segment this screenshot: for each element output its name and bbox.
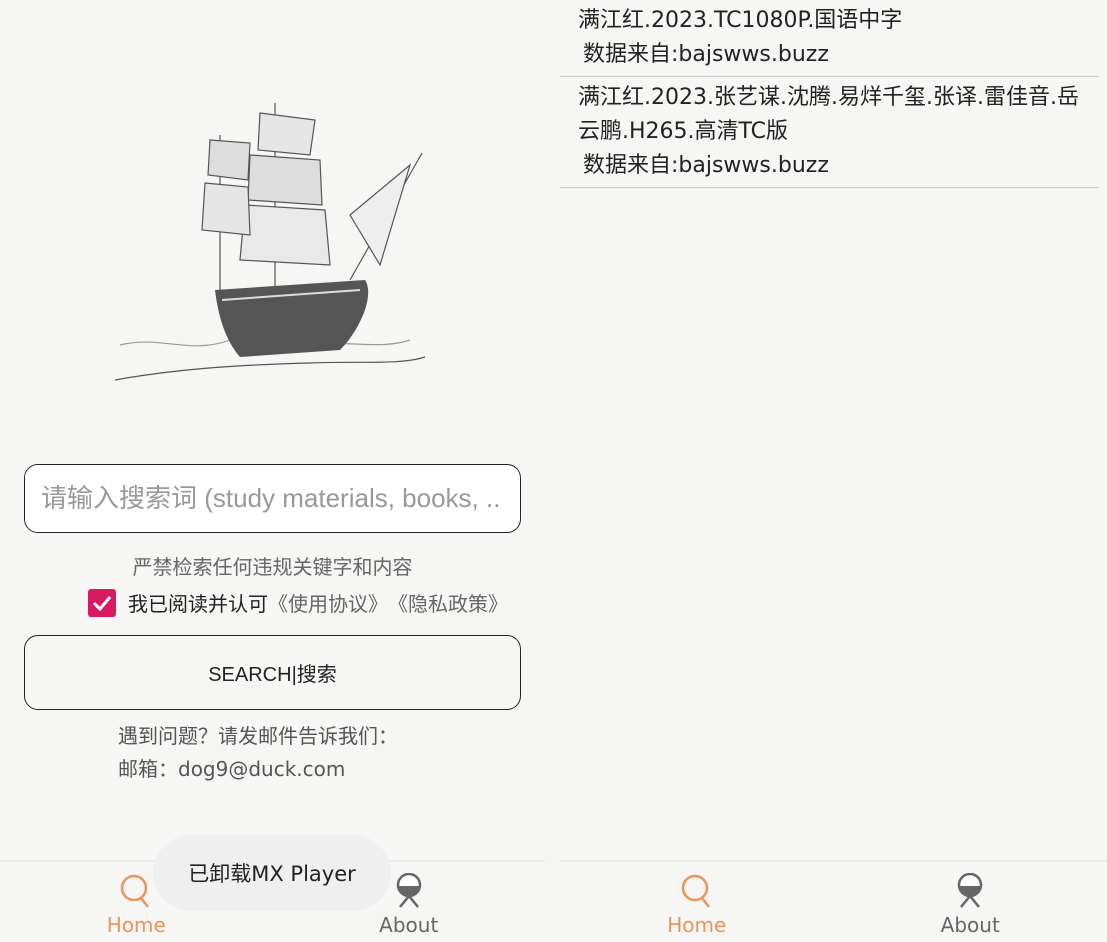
email-line[interactable]: 邮箱：dog9@duck.com xyxy=(118,753,398,786)
result-title: 满江红.2023.张艺谋.沈腾.易烊千玺.张译.雷佳音.岳云鹏.H265.高清T… xyxy=(578,85,1079,144)
search-input[interactable] xyxy=(25,465,501,532)
search-screen: 严禁检索任何违规关键字和内容 我已阅读并认可 《使用协议》 《隐私政策》 SEA… xyxy=(0,0,545,942)
search-input-box[interactable] xyxy=(24,464,521,533)
nav-about-label: About xyxy=(379,913,439,937)
privacy-link[interactable]: 《隐私政策》 xyxy=(388,588,508,617)
agree-text: 我已阅读并认可 xyxy=(128,592,268,616)
nav-about[interactable]: About xyxy=(834,862,1107,942)
checkmark-icon xyxy=(92,595,112,611)
search-button[interactable]: SEARCH|搜索 xyxy=(24,635,521,710)
result-source: 数据来自:bajswws.buzz xyxy=(583,42,829,67)
about-person-icon xyxy=(396,873,421,908)
terms-link[interactable]: 《使用协议》 xyxy=(268,588,388,617)
agreement-row: 我已阅读并认可 《使用协议》 《隐私政策》 xyxy=(88,588,508,617)
result-item[interactable]: 满江红.2023.张艺谋.沈腾.易烊千玺.张译.雷佳音.岳云鹏.H265.高清T… xyxy=(560,77,1099,188)
result-source: 数据来自:bajswws.buzz xyxy=(583,153,829,178)
result-title: 满江红.2023.TC1080P.国语中字 xyxy=(578,8,903,33)
warning-text: 严禁检索任何违规关键字和内容 xyxy=(132,555,413,579)
result-item[interactable]: 满江红.2023.TC1080P.国语中字 数据来自:bajswws.buzz xyxy=(560,0,1099,77)
search-icon xyxy=(681,874,710,908)
help-line: 遇到问题？请发邮件告诉我们： xyxy=(118,724,398,748)
toast-message: 已卸载MX Player xyxy=(153,835,391,911)
sailing-ship-illustration xyxy=(114,103,426,381)
search-icon xyxy=(121,874,150,908)
nav-home-label: Home xyxy=(106,913,166,937)
results-screen: 满江红.2023.TC1080P.国语中字 数据来自:bajswws.buzz … xyxy=(560,0,1107,942)
bottom-nav-right: Home About xyxy=(560,860,1107,942)
nav-home-label: Home xyxy=(667,913,727,937)
agree-checkbox[interactable] xyxy=(88,588,116,617)
help-text: 遇到问题？请发邮件告诉我们： 邮箱：dog9@duck.com xyxy=(118,720,398,786)
nav-home[interactable]: Home xyxy=(560,862,834,942)
nav-about-label: About xyxy=(940,913,1000,937)
about-person-icon xyxy=(958,873,983,908)
